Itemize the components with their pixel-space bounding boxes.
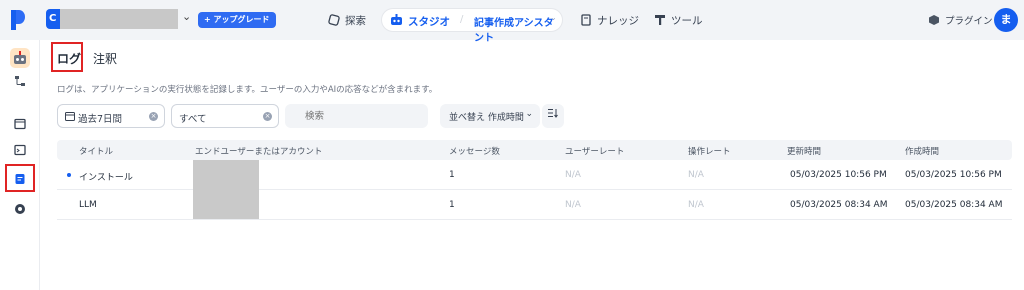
book-icon (581, 14, 591, 26)
sort-descending-icon (547, 109, 558, 118)
sort-select[interactable]: 並べ替え 作成時間 ⌄ (440, 104, 540, 128)
upgrade-button[interactable]: + アップグレード (198, 12, 276, 28)
column-header-created: 作成時間 (905, 147, 940, 157)
period-value: 過去7日間 (78, 114, 123, 125)
clear-icon[interactable]: × (263, 112, 272, 121)
sidebar-item-orchestrate[interactable] (8, 70, 32, 92)
chevron-down-icon[interactable]: ⌄ (182, 10, 191, 23)
unread-dot (67, 173, 71, 177)
row-created: 05/03/2025 10:56 PM (905, 170, 1002, 180)
robot-icon (391, 14, 402, 25)
sort-label: 並べ替え 作成時間 (449, 113, 524, 123)
row-created: 05/03/2025 08:34 AM (905, 200, 1003, 210)
column-header-op-rate: 操作レート (688, 147, 731, 157)
separator: / (460, 14, 464, 25)
nav-tools-label: ツール (671, 14, 703, 27)
nav-studio[interactable]: スタジオ / 記事作成アシスタント ⌄ (382, 9, 562, 44)
nav-plugins[interactable]: プラグイン (928, 9, 993, 31)
clear-icon[interactable]: × (149, 112, 158, 121)
dify-logo-icon[interactable] (11, 10, 25, 30)
row-op-rate: N/A (688, 200, 704, 210)
row-messages: 1 (449, 200, 455, 210)
column-header-user: エンドユーザーまたはアカウント (195, 147, 323, 157)
row-op-rate: N/A (688, 170, 704, 180)
chevron-down-icon[interactable]: ⌄ (550, 13, 557, 22)
search-input[interactable] (285, 104, 428, 128)
table-header: タイトル エンドユーザーまたはアカウント メッセージ数 ユーザーレート 操作レー… (57, 140, 1012, 160)
workspace-badge[interactable]: C (46, 9, 60, 29)
status-select[interactable]: すべて × (171, 104, 279, 128)
chevron-down-icon: ⌄ (525, 109, 533, 119)
hammer-icon (655, 15, 665, 25)
user-avatar[interactable]: ま (994, 8, 1018, 32)
row-title: インストール (79, 173, 133, 183)
gauge-icon (15, 204, 25, 214)
column-header-user-rate: ユーザーレート (565, 147, 625, 157)
row-title: LLM (79, 200, 97, 210)
top-navigation-bar: C ⌄ + アップグレード 探索 スタジオ / 記事作成アシスタント ⌄ ナレッ… (0, 0, 1024, 44)
column-header-messages: メッセージ数 (449, 147, 500, 157)
highlight-box-tab-logs (51, 42, 83, 72)
nav-knowledge-label: ナレッジ (597, 14, 639, 27)
row-messages: 1 (449, 170, 455, 180)
sidebar-item-api[interactable] (8, 113, 32, 135)
tab-annotations[interactable]: 注釈 (93, 50, 117, 67)
status-value: すべて (179, 114, 207, 125)
nav-studio-label: スタジオ (408, 16, 450, 28)
logs-description: ログは、アプリケーションの実行状態を記録します。ユーザーの入力やAIの応答などが… (57, 85, 438, 95)
flow-icon (15, 76, 25, 86)
sidebar-item-terminal[interactable] (8, 139, 32, 161)
workspace-name-redacted[interactable] (60, 9, 178, 29)
terminal-icon (14, 144, 26, 156)
nav-explore-label: 探索 (345, 14, 366, 27)
nav-explore[interactable]: 探索 (328, 9, 366, 31)
app-robot-icon[interactable] (10, 48, 30, 68)
window-icon (14, 118, 26, 130)
row-user-rate: N/A (565, 200, 581, 210)
nav-knowledge[interactable]: ナレッジ (580, 9, 639, 31)
compass-icon (328, 14, 340, 26)
column-header-title: タイトル (79, 147, 114, 157)
calendar-icon (65, 112, 75, 121)
column-header-updated: 更新時間 (787, 147, 822, 157)
row-user-rate: N/A (565, 170, 581, 180)
current-app-label[interactable]: 記事作成アシスタント (474, 14, 562, 44)
user-column-redacted (193, 160, 259, 219)
sort-direction-button[interactable] (542, 104, 564, 128)
sidebar-item-monitoring[interactable] (8, 198, 32, 220)
row-updated: 05/03/2025 08:34 AM (790, 200, 888, 210)
row-updated: 05/03/2025 10:56 PM (790, 170, 887, 180)
period-select[interactable]: 過去7日間 × (57, 104, 165, 128)
nav-plugins-label: プラグイン (945, 16, 993, 27)
highlight-box-sidebar-logs (5, 164, 35, 192)
cube-icon (929, 15, 939, 25)
nav-tools[interactable]: ツール (654, 9, 703, 31)
